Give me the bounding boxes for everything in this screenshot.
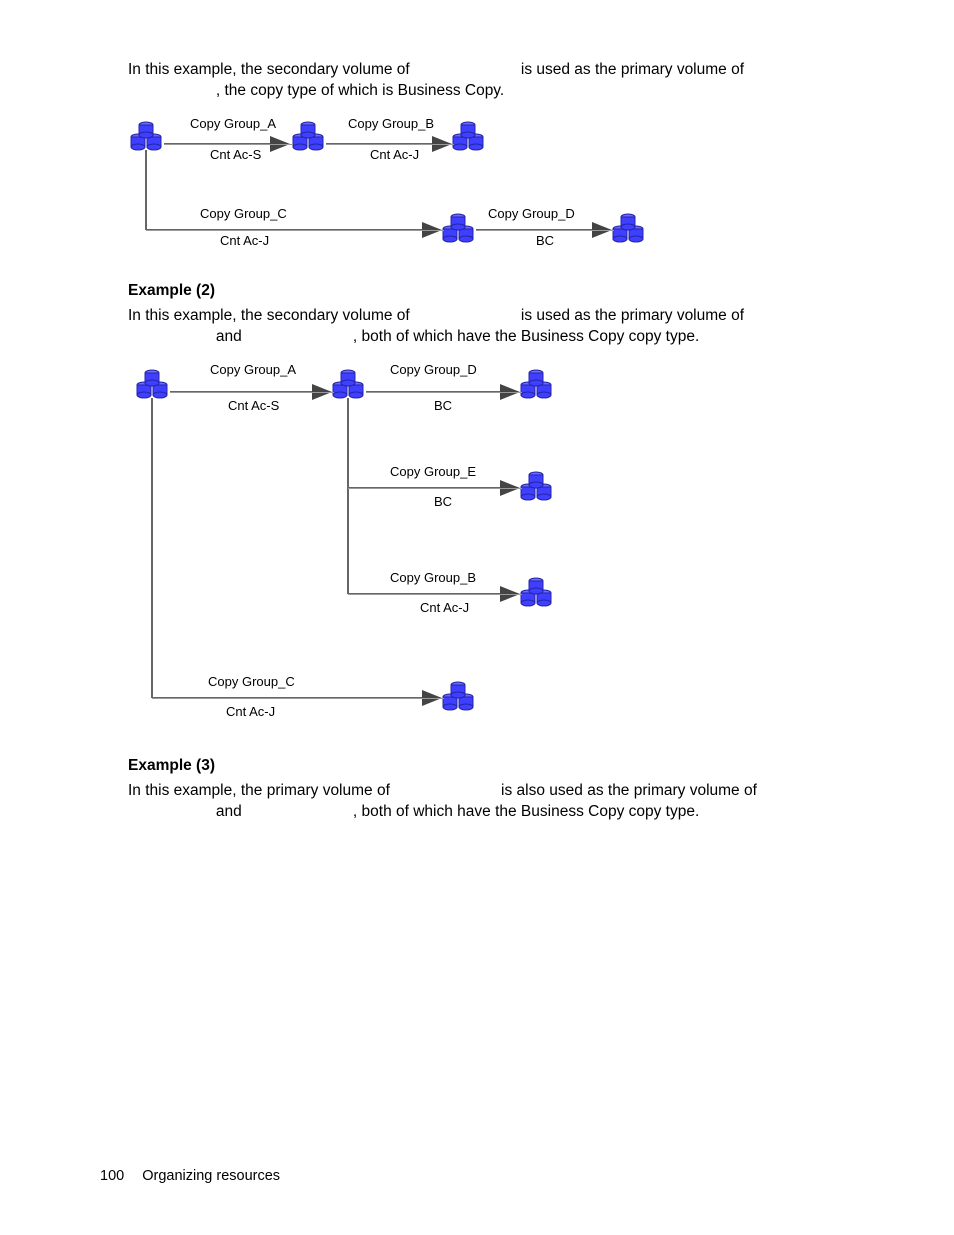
example-2-heading: Example (2) <box>128 281 857 302</box>
text: In this example, the secondary volume of <box>128 307 414 324</box>
diagram-2: Copy Group_A Copy Group_D Cnt Ac-S BC Co… <box>128 356 857 743</box>
label-cgA-sub: Cnt Ac-S <box>210 147 262 162</box>
intro-paragraph-1: In this example, the secondary volume of… <box>128 60 857 102</box>
text: is used as the primary volume of <box>521 61 744 78</box>
label-cgC: Copy Group_C <box>200 206 287 221</box>
diagram-1: Copy Group_A Copy Group_B Cnt Ac-S Cnt A… <box>128 110 857 267</box>
label-cgD: Copy Group_D <box>390 362 477 377</box>
label-cgB: Copy Group_B <box>390 570 476 585</box>
text: , the copy type of which is Business Cop… <box>216 82 504 99</box>
example-3-paragraph: In this example, the primary volume of C… <box>128 781 857 823</box>
label-cgA-sub: Cnt Ac-S <box>228 398 280 413</box>
text: is also used as the primary volume of <box>501 782 757 799</box>
label-cgE-sub: BC <box>434 494 452 509</box>
label-cgD-sub: BC <box>536 233 554 248</box>
text: In this example, the primary volume of <box>128 782 394 799</box>
text: , both of which have the Business Copy c… <box>353 328 699 345</box>
text: In this example, the secondary volume of <box>128 61 414 78</box>
text: is used as the primary volume of <box>521 307 744 324</box>
label-cgC: Copy Group_C <box>208 674 295 689</box>
label-cgE: Copy Group_E <box>390 464 476 479</box>
label-cgB-sub: Cnt Ac-J <box>370 147 419 162</box>
label-cgB: Copy Group_B <box>348 116 434 131</box>
example-3-heading: Example (3) <box>128 756 857 777</box>
label-cgA: Copy Group_A <box>190 116 276 131</box>
label-cgC-sub: Cnt Ac-J <box>220 233 269 248</box>
text: and <box>216 803 246 820</box>
section-title: Organizing resources <box>142 1168 280 1184</box>
text: , both of which have the Business Copy c… <box>353 803 699 820</box>
label-cgD-sub: BC <box>434 398 452 413</box>
label-cgB-sub: Cnt Ac-J <box>420 600 469 615</box>
label-cgC-sub: Cnt Ac-J <box>226 704 275 719</box>
example-2-paragraph: In this example, the secondary volume of… <box>128 306 857 348</box>
label-cgD: Copy Group_D <box>488 206 575 221</box>
text: and <box>216 328 246 345</box>
label-cgA: Copy Group_A <box>210 362 296 377</box>
page-footer: 100 Organizing resources <box>100 1167 280 1187</box>
page-number: 100 <box>100 1168 124 1184</box>
